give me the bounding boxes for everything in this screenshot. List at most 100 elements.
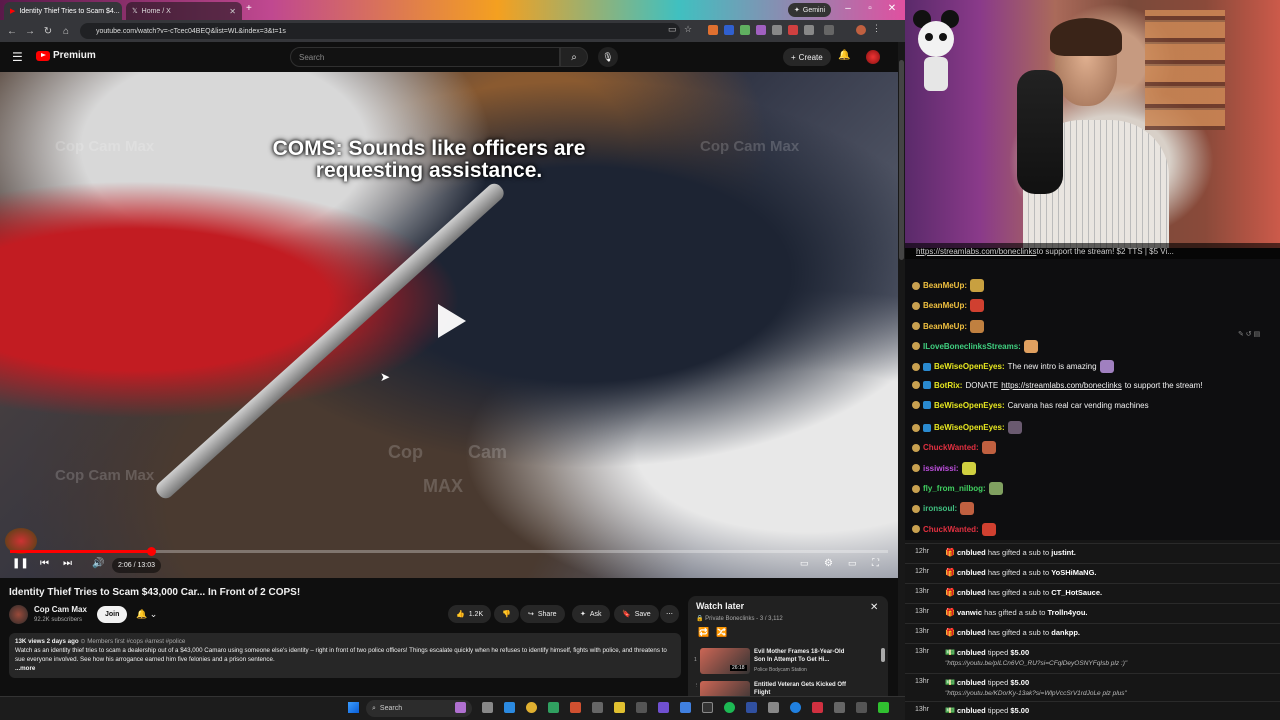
- play-overlay-icon[interactable]: [428, 300, 470, 342]
- back-icon[interactable]: ←: [3, 26, 21, 37]
- playlist-item[interactable]: 2 Entitled Veteran Gets Kicked Off Fligh…: [696, 681, 876, 696]
- join-button[interactable]: Join: [97, 606, 128, 623]
- extension-icon[interactable]: [724, 25, 734, 35]
- taskbar-app-icon[interactable]: [746, 702, 757, 713]
- spotify-icon[interactable]: [724, 702, 735, 713]
- share-button[interactable]: ↪ Share: [520, 605, 565, 623]
- save-button[interactable]: 🔖 Save: [614, 605, 659, 623]
- create-button[interactable]: + Create: [783, 48, 831, 66]
- page-scrollbar-thumb[interactable]: [899, 60, 904, 260]
- chat-username[interactable]: ILoveBoneclinksStreams:: [923, 342, 1021, 351]
- chrome-icon[interactable]: [526, 702, 537, 713]
- taskbar-app-icon[interactable]: [856, 702, 867, 713]
- chat-username[interactable]: BotRix:: [934, 381, 962, 390]
- next-icon[interactable]: ⏭: [63, 558, 72, 569]
- taskbar-app-icon[interactable]: [548, 702, 559, 713]
- tab-x[interactable]: 𝕏 Home / X ✕: [126, 2, 242, 20]
- chat-username[interactable]: ChuckWanted:: [923, 525, 979, 534]
- event-user[interactable]: cnblued: [957, 628, 988, 637]
- more-actions-button[interactable]: ⋯: [660, 605, 679, 623]
- event-user[interactable]: cnblued: [957, 568, 988, 577]
- bookmark-star-icon[interactable]: ☆: [684, 24, 692, 35]
- reload-icon[interactable]: ↻: [39, 26, 57, 37]
- chat-username[interactable]: BeanMeUp:: [923, 281, 967, 290]
- taskbar-app-icon[interactable]: [702, 702, 713, 713]
- close-playlist-icon[interactable]: ✕: [870, 602, 878, 613]
- extension-icon[interactable]: [756, 25, 766, 35]
- taskbar-app-icon[interactable]: [834, 702, 845, 713]
- chat-tools-icons[interactable]: ✎ ↺ ▤: [1238, 330, 1260, 338]
- chat-username[interactable]: issiwissi:: [923, 464, 959, 473]
- ask-button[interactable]: ✦ Ask: [572, 605, 610, 623]
- hamburger-menu-icon[interactable]: ☰: [12, 50, 23, 64]
- extension-icon[interactable]: [772, 25, 782, 35]
- progress-scrubber[interactable]: [147, 547, 157, 556]
- event-user[interactable]: vanwic: [957, 608, 984, 617]
- taskbar-app-icon[interactable]: [878, 702, 889, 713]
- taskbar-app-icon[interactable]: [812, 702, 823, 713]
- progress-bar[interactable]: [10, 547, 888, 556]
- forward-icon[interactable]: →: [21, 26, 39, 37]
- chat-username[interactable]: BeanMeUp:: [923, 301, 967, 310]
- close-tab-icon[interactable]: ✕: [229, 7, 236, 16]
- url-field[interactable]: youtube.com/watch?v=-cTcec04BEQ&list=WL&…: [80, 23, 680, 39]
- theater-mode-icon[interactable]: ▭: [848, 558, 857, 569]
- previous-icon[interactable]: ⏮: [40, 558, 49, 569]
- subtitles-icon[interactable]: ▭: [800, 558, 809, 569]
- chat-username[interactable]: ironsoul:: [923, 504, 957, 513]
- show-more-link[interactable]: ...more: [15, 664, 675, 673]
- taskbar-app-icon[interactable]: [636, 702, 647, 713]
- voice-search-button[interactable]: 🎙: [598, 47, 618, 67]
- taskbar-app-icon[interactable]: [504, 702, 515, 713]
- more-menu-icon[interactable]: ⋮: [872, 23, 881, 34]
- extension-icon[interactable]: [788, 25, 798, 35]
- event-tip-message[interactable]: "https://youtu.be/pILCn6VO_RU?si=CFqlDey…: [945, 660, 1127, 667]
- shuffle-icon[interactable]: 🔀: [716, 627, 727, 638]
- extension-icon[interactable]: [708, 25, 718, 35]
- profile-avatar[interactable]: [856, 25, 866, 35]
- search-input[interactable]: Search: [290, 47, 560, 67]
- extensions-puzzle-icon[interactable]: [804, 25, 814, 35]
- chat-username[interactable]: BeWiseOpenEyes:: [934, 423, 1005, 432]
- tab-youtube[interactable]: ▶ Identity Thief Tries to Scam $4... ✕: [4, 2, 122, 20]
- event-user[interactable]: cnblued: [957, 588, 988, 597]
- minimize-icon[interactable]: –: [838, 3, 858, 14]
- taskbar-app-icon[interactable]: [482, 702, 493, 713]
- channel-avatar[interactable]: [9, 605, 28, 624]
- subscription-bell-icon[interactable]: 🔔 ⌄: [136, 609, 157, 620]
- close-window-icon[interactable]: ✕: [882, 3, 902, 14]
- event-user[interactable]: cnblued: [957, 678, 988, 687]
- taskbar-app-icon[interactable]: [658, 702, 669, 713]
- search-button[interactable]: ⌕: [560, 47, 588, 67]
- file-explorer-icon[interactable]: [614, 702, 625, 713]
- settings-gear-icon[interactable]: ⚙: [824, 558, 833, 569]
- playlist-item[interactable]: 1 26:18 Evil Mother Frames 18-Year-Old S…: [694, 648, 876, 674]
- chat-username[interactable]: fly_from_nilbog:: [923, 484, 986, 493]
- cast-icon[interactable]: ▭: [668, 24, 677, 35]
- event-user[interactable]: cnblued: [957, 706, 988, 715]
- chat-username[interactable]: BeanMeUp:: [923, 322, 967, 331]
- description-box[interactable]: 13K views 2 days ago ⊙ Members first #co…: [9, 633, 681, 678]
- taskbar-app-icon[interactable]: [768, 702, 779, 713]
- sidepanel-icon[interactable]: [824, 25, 834, 35]
- taskbar-app-icon[interactable]: [680, 702, 691, 713]
- event-user[interactable]: cnblued: [957, 648, 988, 657]
- event-tip-message[interactable]: "https://youtu.be/KDorKy-13ak?si=WlpVccS…: [945, 690, 1127, 697]
- taskbar-app-icon[interactable]: [592, 702, 603, 713]
- chat-username[interactable]: ChuckWanted:: [923, 443, 979, 452]
- chat-username[interactable]: BeWiseOpenEyes:: [934, 362, 1005, 371]
- channel-name[interactable]: Cop Cam Max: [34, 605, 87, 614]
- chat-username[interactable]: BeWiseOpenEyes:: [934, 401, 1005, 410]
- event-user[interactable]: cnblued: [957, 548, 988, 557]
- video-player[interactable]: COMS: Sounds like officers are requestin…: [0, 72, 898, 578]
- like-button[interactable]: 👍 1.2K: [448, 605, 492, 623]
- playlist-scrollbar[interactable]: [881, 648, 885, 662]
- chat-link[interactable]: https://streamlabs.com/boneclinks: [1001, 381, 1122, 390]
- gemini-button[interactable]: ✦ Gemini: [788, 3, 832, 17]
- hashtags[interactable]: Members first #cops #arrest #police: [87, 638, 185, 645]
- taskbar-app-icon[interactable]: [570, 702, 581, 713]
- taskbar-app-icon[interactable]: [455, 702, 466, 713]
- fullscreen-icon[interactable]: ⛶: [872, 558, 879, 569]
- pause-icon[interactable]: ❚❚: [12, 558, 29, 569]
- extension-icon[interactable]: [740, 25, 750, 35]
